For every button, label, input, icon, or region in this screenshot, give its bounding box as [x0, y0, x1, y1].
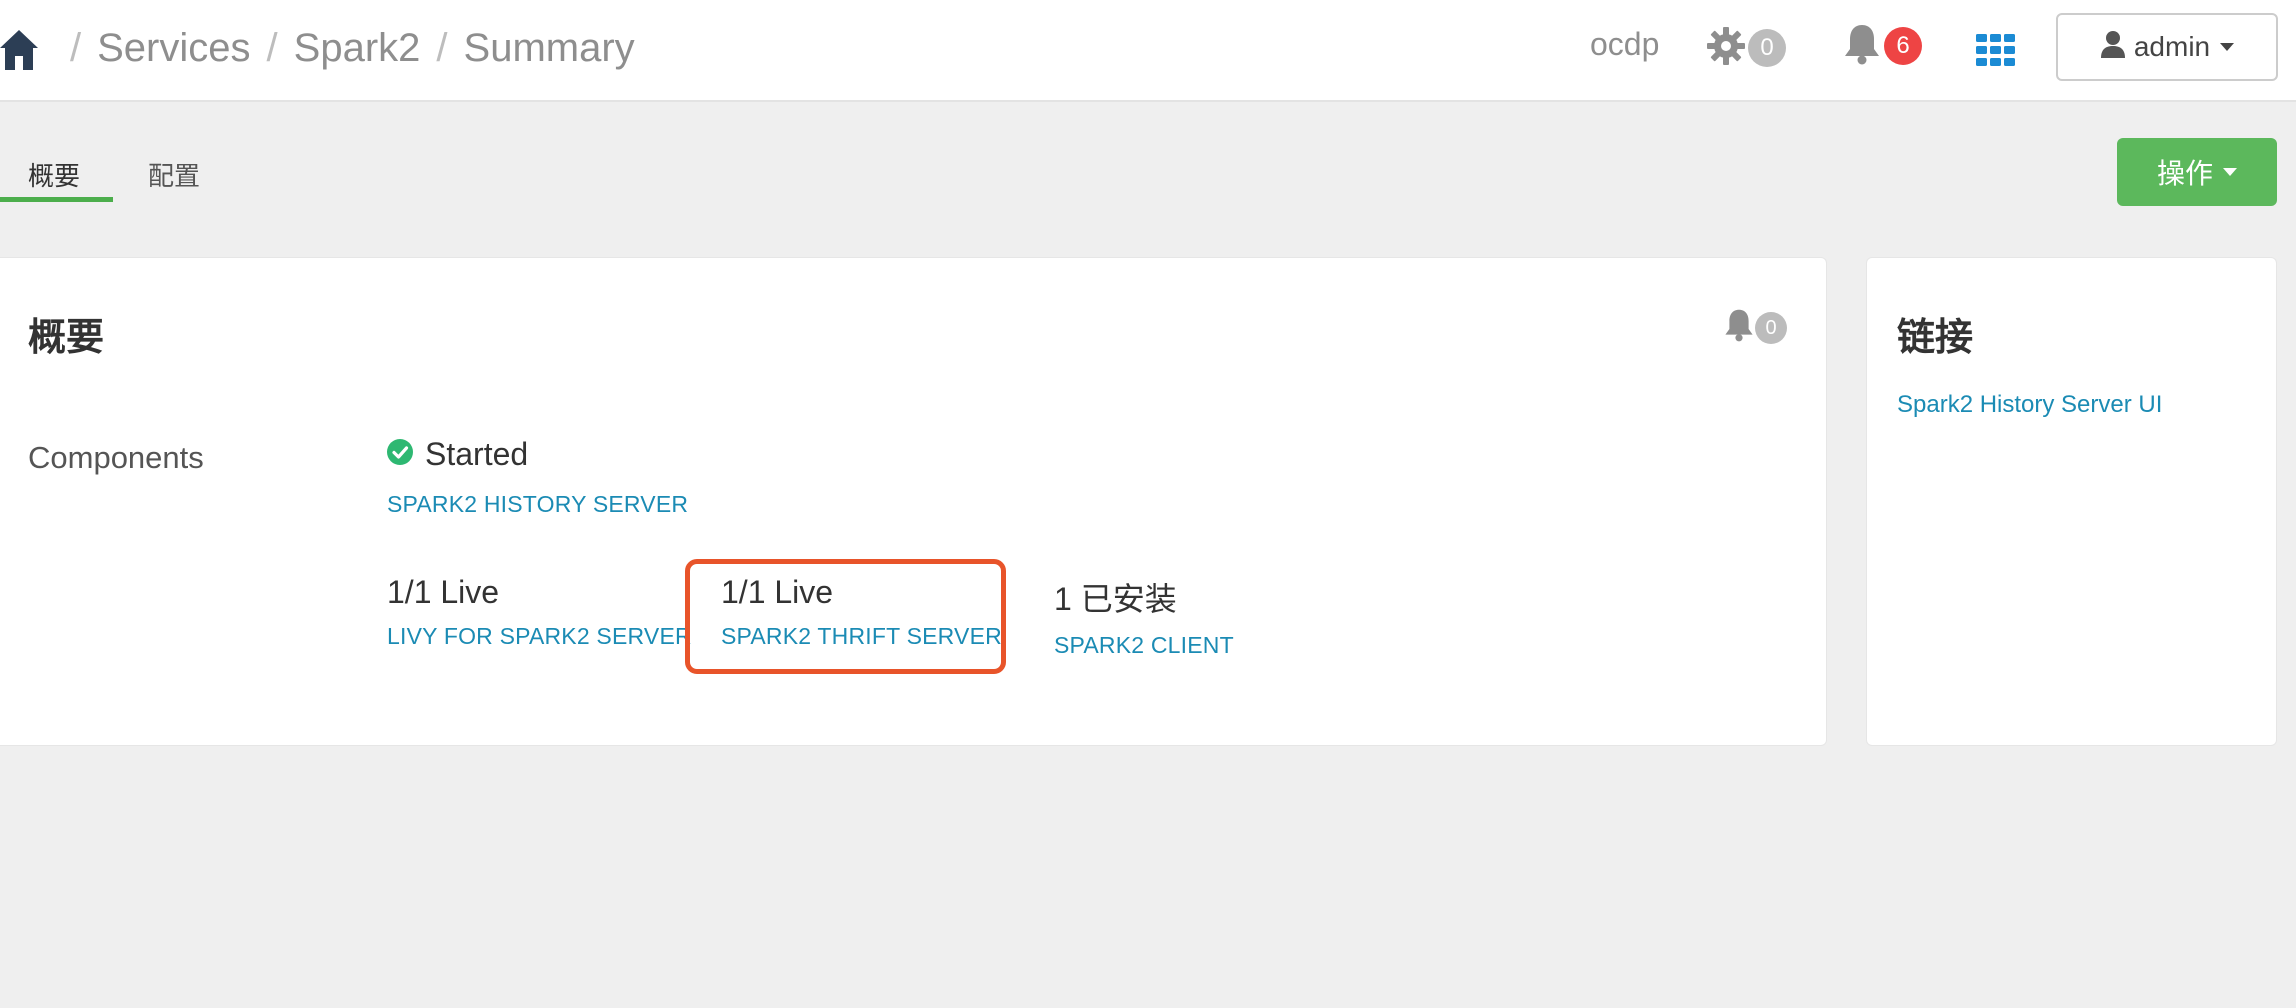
user-menu-label: admin: [2133, 31, 2211, 62]
breadcrumb-separator: /: [70, 25, 82, 70]
summary-panel-title: 概要: [28, 317, 105, 359]
service-alerts-indicator[interactable]: 0: [1723, 308, 1787, 347]
component-link-spark2-client[interactable]: SPARK2 CLIENT: [1054, 632, 1234, 659]
service-alerts-count-badge: 0: [1755, 311, 1787, 344]
breadcrumb-separator: /: [266, 25, 278, 70]
check-circle-icon: [387, 436, 425, 473]
quick-links-title: 链接: [1897, 317, 1974, 359]
component-status-text: Started: [425, 436, 529, 472]
alerts-count-badge: 6: [1884, 27, 1922, 65]
background-operations-indicator[interactable]: 0: [1706, 26, 1786, 70]
component-client: 1 已安装 SPARK2 CLIENT: [1054, 574, 1234, 659]
component-link-livy-server[interactable]: LIVY FOR SPARK2 SERVER: [387, 623, 692, 650]
breadcrumb-services[interactable]: Services: [97, 26, 250, 71]
breadcrumb: / Services / Spark2 / Summary: [0, 22, 635, 74]
quick-link-history-server-ui[interactable]: Spark2 History Server UI: [1897, 391, 2162, 419]
cluster-name[interactable]: ocdp: [1590, 26, 1659, 63]
summary-panel: 概要 0 Components Started SPARK2 HISTORY S…: [0, 257, 1827, 746]
chevron-down-icon: [2223, 168, 2237, 176]
apps-grid-icon[interactable]: [1976, 34, 2016, 66]
active-tab-indicator: [0, 197, 113, 202]
background-ops-count-badge: 0: [1748, 29, 1786, 67]
component-installed-count: 1 已安装: [1054, 581, 1177, 617]
component-link-thrift-server[interactable]: SPARK2 THRIFT SERVER: [721, 623, 1002, 650]
breadcrumb-service-name[interactable]: Spark2: [294, 26, 421, 71]
components-label: Components: [28, 440, 204, 475]
chevron-down-icon: [2220, 43, 2235, 51]
service-actions-label: 操作: [2156, 158, 2213, 189]
breadcrumb-separator: /: [436, 25, 448, 70]
breadcrumb-current-page: Summary: [463, 25, 635, 70]
alerts-indicator[interactable]: 6: [1842, 24, 1922, 68]
home-icon[interactable]: [0, 26, 38, 70]
component-live-count: 1/1 Live: [387, 574, 500, 610]
bell-icon: [1723, 308, 1755, 347]
service-actions-button[interactable]: 操作: [2117, 138, 2277, 206]
tab-configs[interactable]: 配置: [148, 156, 200, 193]
component-link-history-server[interactable]: SPARK2 HISTORY SERVER: [387, 491, 688, 518]
bell-icon: [1842, 23, 1882, 70]
gear-icon: [1706, 26, 1746, 71]
top-navbar: / Services / Spark2 / Summary ocdp 0 6 a…: [0, 0, 2296, 102]
component-live-count: 1/1 Live: [721, 574, 834, 610]
user-menu-dropdown[interactable]: admin: [2056, 13, 2278, 81]
tab-summary[interactable]: 概要: [28, 156, 80, 193]
quick-links-panel: 链接 Spark2 History Server UI: [1866, 257, 2277, 746]
component-livy: 1/1 Live LIVY FOR SPARK2 SERVER: [387, 574, 692, 650]
component-thrift: 1/1 Live SPARK2 THRIFT SERVER: [721, 574, 1002, 650]
master-component-status: Started SPARK2 HISTORY SERVER: [387, 436, 688, 518]
user-icon: [2100, 30, 2134, 65]
